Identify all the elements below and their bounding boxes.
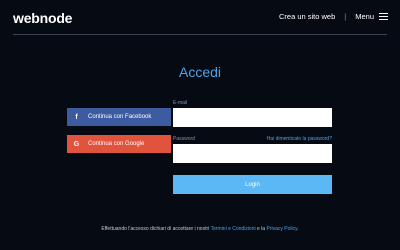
terms-middle: e la bbox=[257, 226, 266, 232]
email-field[interactable] bbox=[173, 108, 332, 127]
forgot-password-link[interactable]: Hai dimenticato la password? bbox=[267, 136, 332, 142]
google-login-label: Continua con Google bbox=[88, 141, 145, 147]
privacy-policy-link[interactable]: Privacy Policy bbox=[266, 226, 297, 232]
google-login-button[interactable]: G Continua con Google bbox=[67, 135, 171, 153]
page-title: Accedi bbox=[178, 64, 222, 80]
terms-prefix: Effettuando l'accesso dichiari di accett… bbox=[101, 226, 210, 232]
facebook-login-label: Continua con Facebook bbox=[88, 114, 152, 120]
facebook-icon: f bbox=[75, 113, 78, 121]
password-label: Password bbox=[173, 136, 195, 142]
header-separator: | bbox=[344, 12, 347, 21]
terms-notice: Effettuando l'accesso dichiari di accett… bbox=[0, 226, 400, 232]
password-field[interactable] bbox=[173, 144, 332, 163]
create-site-link[interactable]: Crea un sito web bbox=[279, 12, 335, 21]
email-label: E-mail bbox=[173, 100, 188, 106]
terms-link[interactable]: Termini e Condizioni bbox=[211, 226, 256, 232]
hamburger-icon[interactable] bbox=[379, 13, 388, 20]
terms-suffix: . bbox=[297, 226, 299, 232]
menu-label[interactable]: Menu bbox=[355, 12, 374, 21]
google-icon: G bbox=[73, 140, 80, 148]
login-button[interactable]: Login bbox=[173, 175, 332, 194]
webnode-logo[interactable]: webnode bbox=[13, 10, 72, 26]
facebook-login-button[interactable]: f Continua con Facebook bbox=[67, 108, 171, 126]
header-nav: Crea un sito web | Menu bbox=[279, 12, 388, 21]
header-divider bbox=[13, 34, 387, 35]
